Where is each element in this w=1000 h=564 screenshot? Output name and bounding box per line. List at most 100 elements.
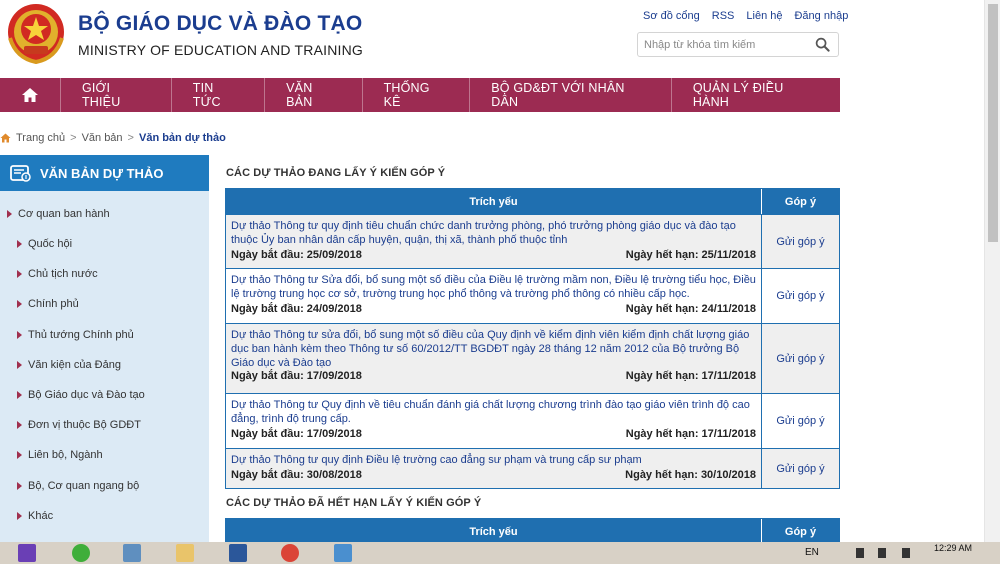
- sidebar-item-label: Đơn vị thuộc Bộ GDĐT: [28, 419, 141, 431]
- chrome-icon[interactable]: [281, 544, 299, 562]
- sidebar-item-label: Bộ Giáo dục và Đào tạo: [28, 389, 145, 401]
- send-feedback-link[interactable]: Gửi góp ý: [762, 269, 839, 323]
- sidebar-item-label: Cơ quan ban hành: [18, 208, 110, 220]
- nav-item-about[interactable]: GIỚI THIỆU: [59, 78, 171, 112]
- sidebar-item-ministry-units[interactable]: Đơn vị thuộc Bộ GDĐT: [17, 419, 141, 431]
- site-subtitle[interactable]: MINISTRY OF EDUCATION AND TRAINING: [78, 42, 363, 58]
- bullet-icon: [17, 482, 22, 490]
- sidebar-item-other[interactable]: Khác: [17, 510, 53, 522]
- file-explorer-icon[interactable]: [176, 544, 194, 562]
- sidebar-item-label: Thủ tướng Chính phủ: [28, 329, 134, 341]
- nav-item-management[interactable]: QUẢN LÝ ĐIỀU HÀNH: [670, 78, 840, 112]
- bullet-icon: [17, 451, 22, 459]
- breadcrumb-current[interactable]: Văn bản dự thảo: [139, 132, 226, 144]
- table-header: Trích yếu Góp ý: [226, 519, 839, 542]
- search-icon[interactable]: [815, 37, 830, 52]
- sidebar-item-national-assembly[interactable]: Quốc hội: [17, 238, 72, 250]
- home-icon: [21, 88, 38, 102]
- nav-item-ministry-people[interactable]: BỘ GD&ĐT VỚI NHÂN DÂN: [469, 78, 671, 112]
- end-date: Ngày hết hạn: 25/11/2018: [625, 249, 756, 261]
- sidebar-item-other-ministries[interactable]: Bộ, Cơ quan ngang bộ: [17, 480, 139, 492]
- sidebar-title: VĂN BẢN DỰ THẢO: [40, 165, 164, 181]
- visual-studio-icon[interactable]: [18, 544, 36, 562]
- draft-title-link[interactable]: Dự thảo Thông tư Quy định về tiêu chuẩn …: [231, 398, 756, 426]
- send-feedback-link[interactable]: Gửi góp ý: [762, 324, 839, 393]
- word-icon[interactable]: [229, 544, 247, 562]
- breadcrumb-documents[interactable]: Văn bản: [82, 132, 123, 144]
- breadcrumb: Trang chủ > Văn bản > Văn bản dự thảo: [0, 132, 226, 144]
- send-feedback-link[interactable]: Gửi góp ý: [762, 215, 839, 268]
- draft-title-link[interactable]: Dự thảo Thông tư quy định tiêu chuẩn chứ…: [231, 219, 756, 247]
- breadcrumb-separator: >: [127, 132, 134, 144]
- rss-link[interactable]: RSS: [712, 10, 735, 22]
- nav-item-documents[interactable]: VĂN BẢN: [264, 78, 361, 112]
- search-input[interactable]: [644, 37, 812, 53]
- home-icon[interactable]: [0, 133, 11, 143]
- open-drafts-heading: CÁC DỰ THẢO ĐANG LẤY Ý KIẾN GÓP Ý: [226, 167, 446, 179]
- app-icon[interactable]: [72, 544, 90, 562]
- sidebar-item-label: Quốc hội: [28, 238, 73, 250]
- sidebar-item-label: Chính phủ: [28, 298, 79, 310]
- bullet-icon: [17, 391, 22, 399]
- language-indicator[interactable]: EN: [805, 547, 819, 558]
- send-feedback-link[interactable]: Gửi góp ý: [762, 394, 839, 448]
- sidebar-item-president[interactable]: Chủ tịch nước: [17, 268, 98, 280]
- start-date: Ngày bắt đầu: 24/09/2018: [231, 303, 362, 315]
- page-scrollbar[interactable]: [984, 0, 1000, 542]
- login-link[interactable]: Đăng nhập: [794, 10, 848, 22]
- photos-icon[interactable]: [334, 544, 352, 562]
- scrollbar-thumb[interactable]: [988, 4, 998, 242]
- national-emblem-icon[interactable]: [6, 2, 66, 66]
- column-summary: Trích yếu: [226, 189, 762, 214]
- column-feedback: Góp ý: [784, 525, 817, 538]
- bullet-icon: [17, 421, 22, 429]
- table-row: Dự thảo Thông tư quy định tiêu chuẩn chứ…: [226, 214, 839, 268]
- main-nav: GIỚI THIỆU TIN TỨC VĂN BẢN THỐNG KÊ BỘ G…: [0, 78, 840, 112]
- app-icon[interactable]: [123, 544, 141, 562]
- sidebar-item-label: Liên bộ, Ngành: [28, 449, 103, 461]
- os-taskbar: EN 12:29 AM: [0, 542, 1000, 564]
- top-links: Sơ đồ cổng RSS Liên hệ Đăng nhập: [643, 10, 848, 22]
- bullet-icon: [17, 270, 22, 278]
- sidebar-item-prime-minister[interactable]: Thủ tướng Chính phủ: [17, 329, 134, 341]
- draft-title-link[interactable]: Dự thảo Thông tư quy định Điều lệ trường…: [231, 453, 756, 467]
- sidebar-item-party-documents[interactable]: Văn kiện của Đảng: [17, 359, 121, 371]
- sidebar-item-ministry[interactable]: Bộ Giáo dục và Đào tạo: [17, 389, 145, 401]
- sidebar-item-inter-ministry[interactable]: Liên bộ, Ngành: [17, 449, 103, 461]
- tray-icon[interactable]: [856, 548, 864, 558]
- column-feedback: Góp ý: [784, 195, 817, 208]
- expired-drafts-heading: CÁC DỰ THẢO ĐÃ HẾT HẠN LẤY Ý KIẾN GÓP Ý: [226, 497, 482, 509]
- nav-item-news[interactable]: TIN TỨC: [170, 78, 264, 112]
- sidebar-item-issuing-body[interactable]: Cơ quan ban hành: [7, 208, 110, 220]
- sidebar-item-label: Khác: [28, 510, 54, 522]
- volume-icon[interactable]: [902, 548, 910, 558]
- sitemap-link[interactable]: Sơ đồ cổng: [643, 10, 700, 22]
- nav-home[interactable]: [0, 78, 60, 112]
- clock[interactable]: 12:29 AM: [934, 543, 972, 553]
- breadcrumb-separator: >: [70, 132, 77, 144]
- tray-icon[interactable]: [878, 548, 886, 558]
- search-box: [637, 32, 839, 57]
- sidebar-item-label: Văn kiện của Đảng: [28, 359, 121, 371]
- table-body: Dự thảo Thông tư quy định tiêu chuẩn chứ…: [226, 214, 839, 488]
- start-date: Ngày bắt đầu: 17/09/2018: [231, 428, 362, 440]
- send-feedback-link[interactable]: Gửi góp ý: [762, 449, 839, 488]
- sidebar-item-government[interactable]: Chính phủ: [17, 298, 79, 310]
- sidebar-header: VĂN BẢN DỰ THẢO: [0, 155, 209, 191]
- contact-link[interactable]: Liên hệ: [746, 10, 782, 22]
- bullet-icon: [17, 240, 22, 248]
- nav-item-statistics[interactable]: THỐNG KÊ: [361, 78, 470, 112]
- sidebar-item-label: Chủ tịch nước: [28, 268, 98, 280]
- column-summary: Trích yếu: [226, 519, 762, 542]
- site-title[interactable]: BỘ GIÁO DỤC VÀ ĐÀO TẠO: [78, 12, 362, 36]
- sidebar-item-label: Bộ, Cơ quan ngang bộ: [28, 480, 140, 492]
- table-header: Trích yếu Góp ý: [226, 189, 839, 214]
- draft-title-link[interactable]: Dự thảo Thông tư sửa đổi, bổ sung một số…: [231, 328, 756, 370]
- end-date: Ngày hết hạn: 17/11/2018: [625, 428, 756, 440]
- bullet-icon: [17, 512, 22, 520]
- bullet-icon: [7, 210, 12, 218]
- start-date: Ngày bắt đầu: 25/09/2018: [231, 249, 362, 261]
- breadcrumb-home[interactable]: Trang chủ: [16, 132, 65, 144]
- draft-title-link[interactable]: Dự thảo Thông tư Sửa đổi, bổ sung một số…: [231, 273, 756, 301]
- table-row: Dự thảo Thông tư sửa đổi, bổ sung một số…: [226, 323, 839, 393]
